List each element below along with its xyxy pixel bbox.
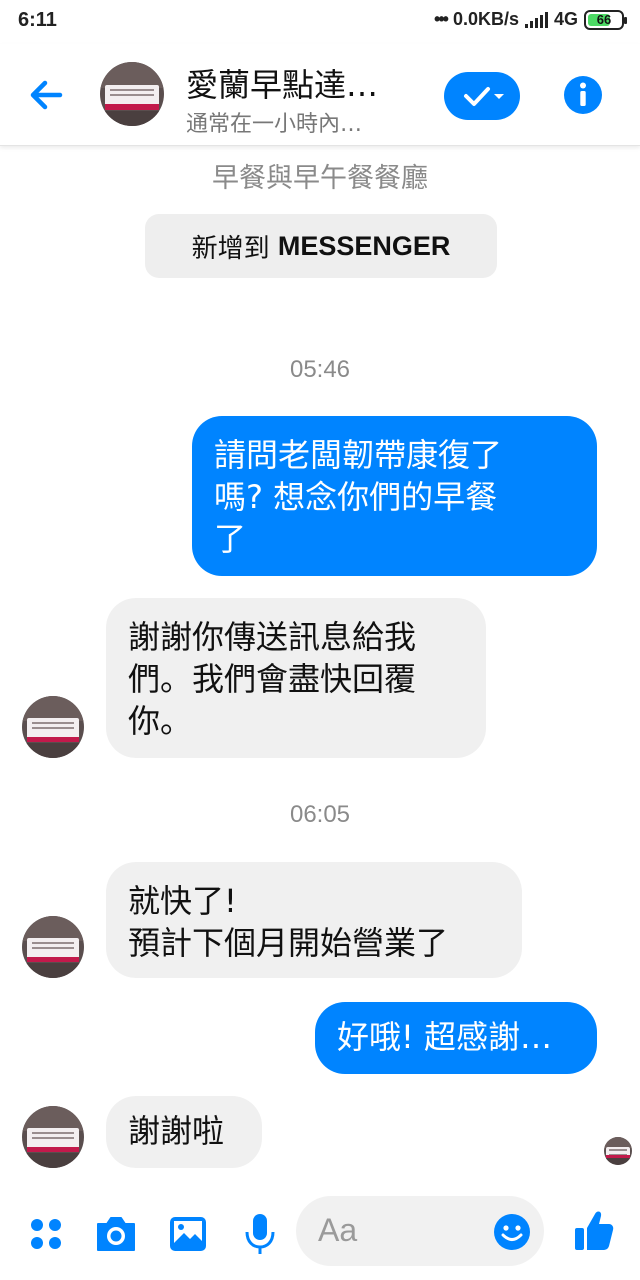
sender-avatar[interactable] (22, 916, 84, 978)
network-speed: 0.0KB/s (452, 9, 519, 29)
incoming-message[interactable]: 謝謝啦 (106, 1096, 262, 1168)
add-button-brand: MESSENGER (277, 230, 451, 261)
message-line: 就快了! (128, 882, 237, 920)
add-button-prefix: 新增到 (191, 233, 278, 264)
like-button[interactable] (572, 1208, 616, 1252)
add-to-messenger-button[interactable]: 新增到 MESSENGER (145, 214, 497, 278)
message-timestamp: 05:46 (289, 356, 351, 383)
emoji-button[interactable] (492, 1212, 532, 1252)
notification-dots-icon: ••• (434, 9, 449, 29)
message-line: 嗎? 想念你們的早餐 (214, 478, 498, 516)
message-line: 請問老闆韌帶康復了 (214, 436, 503, 474)
more-apps-button[interactable] (24, 1212, 68, 1256)
signal-icon (524, 11, 548, 28)
outgoing-message[interactable]: 好哦! 超感謝… (315, 1002, 597, 1074)
conversation-header: 愛蘭早點達… 通常在一小時內… (0, 44, 640, 146)
message-line: 預計下個月開始營業了 (128, 924, 449, 962)
info-button[interactable] (562, 74, 604, 116)
message-input-placeholder: Aa (318, 1212, 358, 1248)
message-line: 們。我們會盡快回覆 (128, 660, 417, 698)
microphone-icon (245, 1214, 275, 1254)
voice-button[interactable] (238, 1212, 282, 1256)
camera-button[interactable] (94, 1212, 138, 1256)
message-line: 謝謝啦 (128, 1112, 225, 1150)
sender-avatar[interactable] (22, 1106, 84, 1168)
emoji-icon (494, 1214, 530, 1250)
message-timestamp: 06:05 (289, 801, 351, 828)
message-composer: Aa (0, 1192, 640, 1280)
outgoing-message[interactable]: 請問老闆韌帶康復了 嗎? 想念你們的早餐 了 (192, 416, 597, 576)
message-line: 謝謝你傳送訊息給我 (128, 618, 417, 656)
read-receipt-avatar (604, 1137, 632, 1165)
conversation-title[interactable]: 愛蘭早點達… (186, 60, 378, 106)
back-arrow-icon (30, 80, 63, 110)
apps-grid-icon (31, 1219, 61, 1249)
battery-icon: 66 (584, 9, 627, 30)
page-avatar[interactable] (100, 62, 164, 126)
info-icon (564, 76, 602, 114)
page-category: 早餐與早午餐餐廳 (212, 163, 428, 194)
network-type: 4G (553, 9, 578, 29)
incoming-message[interactable]: 就快了! 預計下個月開始營業了 (106, 862, 522, 978)
message-line: 你。 (128, 702, 193, 740)
status-time: 6:11 (18, 9, 57, 31)
mark-done-button[interactable] (444, 72, 520, 120)
battery-level: 66 (596, 12, 612, 27)
thumbs-up-icon (575, 1211, 614, 1250)
message-line: 好哦! 超感謝… (337, 1018, 553, 1056)
status-indicators: ••• 0.0KB/s 4G 66 (434, 9, 627, 30)
response-time-subtitle: 通常在一小時內… (186, 112, 363, 137)
sender-avatar[interactable] (22, 696, 84, 758)
image-icon (170, 1217, 206, 1251)
message-line: 了 (214, 520, 247, 558)
camera-icon (97, 1217, 135, 1251)
back-button[interactable] (24, 72, 70, 118)
gallery-button[interactable] (166, 1212, 210, 1256)
status-bar: 6:11 ••• 0.0KB/s 4G 66 (0, 0, 640, 44)
check-dropdown-icon (464, 87, 504, 106)
incoming-message[interactable]: 謝謝你傳送訊息給我 們。我們會盡快回覆 你。 (106, 598, 486, 758)
message-input[interactable]: Aa (296, 1196, 544, 1266)
